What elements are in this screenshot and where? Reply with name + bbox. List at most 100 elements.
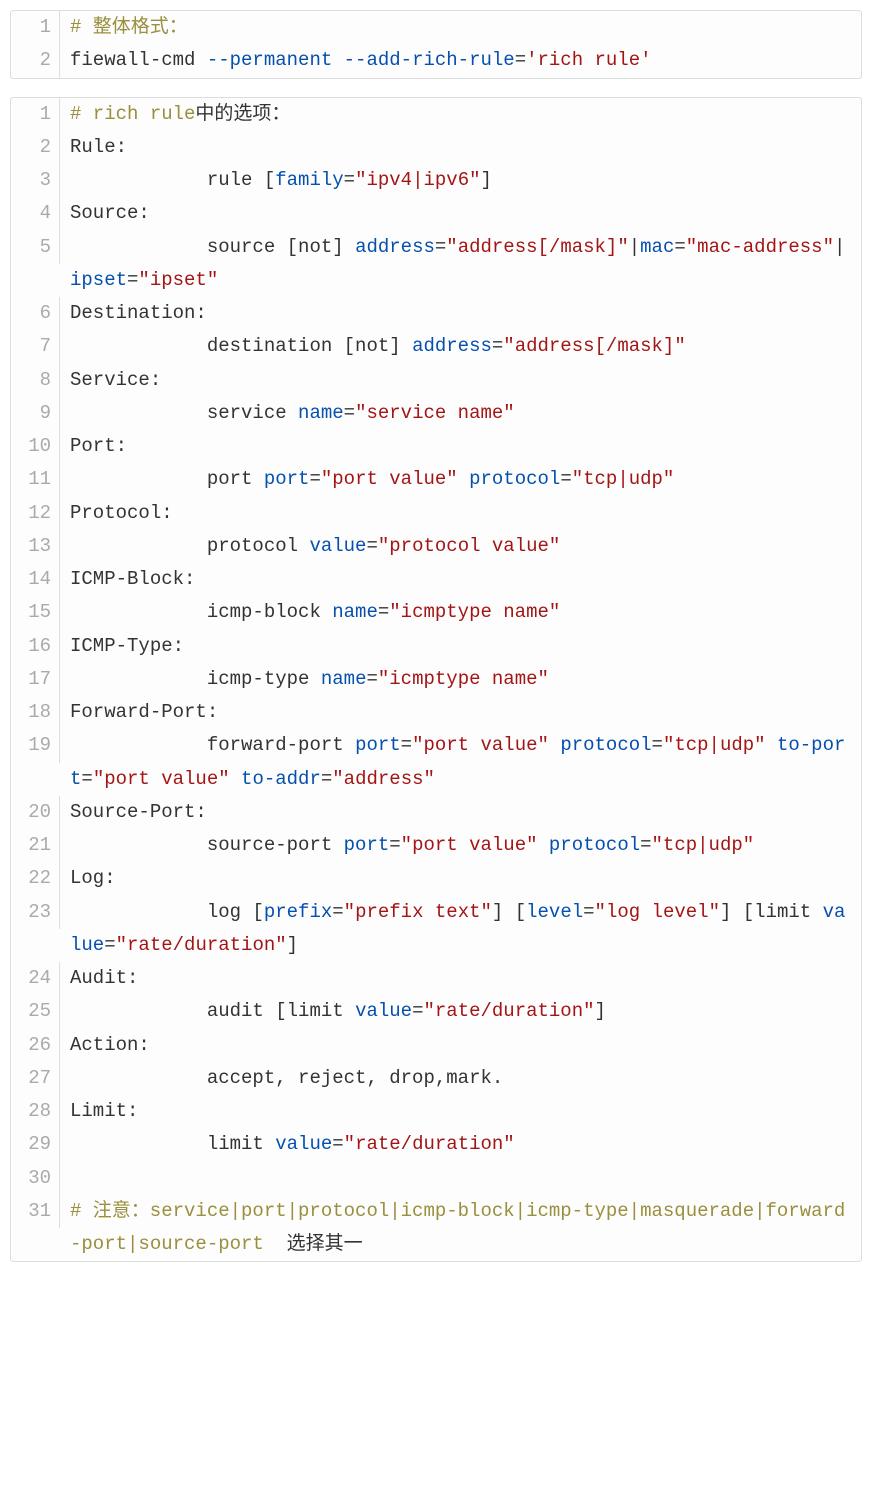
line-number: 29 (11, 1128, 60, 1161)
code-content[interactable]: limit value="rate/duration" (60, 1128, 861, 1161)
code-content[interactable]: Audit: (60, 962, 861, 995)
line-number: 12 (11, 497, 60, 530)
code-content[interactable]: port port="port value" protocol="tcp|udp… (60, 463, 861, 496)
code-content[interactable]: icmp-type name="icmptype name" (60, 663, 861, 696)
line-number: 18 (11, 696, 60, 729)
token-t: = (344, 402, 355, 424)
token-s: "icmptype name" (378, 668, 549, 690)
code-line: 22Log: (11, 862, 861, 895)
token-t: = (378, 601, 389, 623)
code-content[interactable]: ICMP-Block: (60, 563, 861, 596)
code-line: 23 log [prefix="prefix text"] [level="lo… (11, 896, 861, 963)
code-content[interactable]: # rich rule中的选项： (60, 98, 861, 131)
code-content[interactable]: Source: (60, 197, 861, 230)
code-line: 1# 整体格式： (11, 11, 861, 44)
code-line: 2Rule: (11, 131, 861, 164)
code-content[interactable]: protocol value="protocol value" (60, 530, 861, 563)
code-line: 11 port port="port value" protocol="tcp|… (11, 463, 861, 496)
line-number: 21 (11, 829, 60, 862)
code-content[interactable]: Port: (60, 430, 861, 463)
token-k: ipset (70, 269, 127, 291)
code-line: 6Destination: (11, 297, 861, 330)
token-s: "rate/duration" (344, 1133, 515, 1155)
token-t (538, 834, 549, 856)
code-content[interactable]: source [not] address="address[/mask]"|ma… (60, 231, 861, 298)
code-content[interactable]: fiewall-cmd --permanent --add-rich-rule=… (60, 44, 861, 77)
code-line: 29 limit value="rate/duration" (11, 1128, 861, 1161)
token-t: Forward-Port: (70, 701, 218, 723)
code-content[interactable]: icmp-block name="icmptype name" (60, 596, 861, 629)
token-k: address (412, 335, 492, 357)
code-content[interactable]: service name="service name" (60, 397, 861, 430)
code-content[interactable]: rule [family="ipv4|ipv6"] (60, 164, 861, 197)
token-t: icmp-block (70, 601, 332, 623)
code-content[interactable]: Protocol: (60, 497, 861, 530)
token-t: log [ (70, 901, 264, 923)
code-content[interactable]: Rule: (60, 131, 861, 164)
token-k: protocol (469, 468, 560, 490)
token-k: port (344, 834, 390, 856)
code-content[interactable]: accept, reject, drop,mark. (60, 1062, 861, 1095)
token-t: = (583, 901, 594, 923)
token-s: "ipv4|ipv6" (355, 169, 480, 191)
token-s: "address[/mask]" (503, 335, 685, 357)
token-t: Limit: (70, 1100, 138, 1122)
code-content[interactable]: Source-Port: (60, 796, 861, 829)
token-k: level (526, 901, 583, 923)
token-t: = (81, 768, 92, 790)
token-s: "mac-address" (686, 236, 834, 258)
token-s: "address[/mask]" (446, 236, 628, 258)
line-number: 7 (11, 330, 60, 363)
code-line: 28Limit: (11, 1095, 861, 1128)
line-number: 1 (11, 11, 60, 44)
token-t: = (127, 269, 138, 291)
token-t (458, 468, 469, 490)
token-t: limit (70, 1133, 275, 1155)
code-content[interactable]: ICMP-Type: (60, 630, 861, 663)
code-line: 20Source-Port: (11, 796, 861, 829)
token-t: = (401, 734, 412, 756)
code-content[interactable]: Forward-Port: (60, 696, 861, 729)
code-content[interactable]: Log: (60, 862, 861, 895)
token-t: = (435, 236, 446, 258)
token-t (230, 768, 241, 790)
code-content[interactable]: destination [not] address="address[/mask… (60, 330, 861, 363)
token-s: "tcp|udp" (663, 734, 766, 756)
token-t: ICMP-Block: (70, 568, 195, 590)
code-line: 21 source-port port="port value" protoco… (11, 829, 861, 862)
token-k: to-addr (241, 768, 321, 790)
code-content[interactable]: # 整体格式： (60, 11, 861, 44)
code-content[interactable]: audit [limit value="rate/duration"] (60, 995, 861, 1028)
code-block-1: 1# 整体格式：2fiewall-cmd --permanent --add-r… (10, 10, 862, 79)
code-content[interactable]: # 注意：service|port|protocol|icmp-block|ic… (60, 1195, 861, 1262)
code-line: 1# rich rule中的选项： (11, 98, 861, 131)
code-content[interactable] (60, 1162, 861, 1195)
token-t: icmp-type (70, 668, 321, 690)
token-k: value (355, 1000, 412, 1022)
token-t: destination [not] (70, 335, 412, 357)
code-content[interactable]: source-port port="port value" protocol="… (60, 829, 861, 862)
token-s: "prefix text" (344, 901, 492, 923)
code-line: 24Audit: (11, 962, 861, 995)
token-t: = (332, 1133, 343, 1155)
token-t: source [not] (70, 236, 355, 258)
code-line: 4 Source: (11, 197, 861, 230)
line-number: 5 (11, 231, 60, 264)
token-t: Protocol: (70, 502, 173, 524)
code-line: 12 Protocol: (11, 497, 861, 530)
token-t: Source: (70, 202, 150, 224)
code-line: 26Action: (11, 1029, 861, 1062)
code-line: 14ICMP-Block: (11, 563, 861, 596)
code-content[interactable]: Action: (60, 1029, 861, 1062)
code-content[interactable]: log [prefix="prefix text"] [level="log l… (60, 896, 861, 963)
code-content[interactable]: forward-port port="port value" protocol=… (60, 729, 861, 796)
line-number: 2 (11, 131, 60, 164)
token-t (766, 734, 777, 756)
code-content[interactable]: Limit: (60, 1095, 861, 1128)
code-content[interactable]: Destination: (60, 297, 861, 330)
code-content[interactable]: Service: (60, 364, 861, 397)
code-line: 19 forward-port port="port value" protoc… (11, 729, 861, 796)
line-number: 22 (11, 862, 60, 895)
line-number: 6 (11, 297, 60, 330)
line-number: 4 (11, 197, 60, 230)
